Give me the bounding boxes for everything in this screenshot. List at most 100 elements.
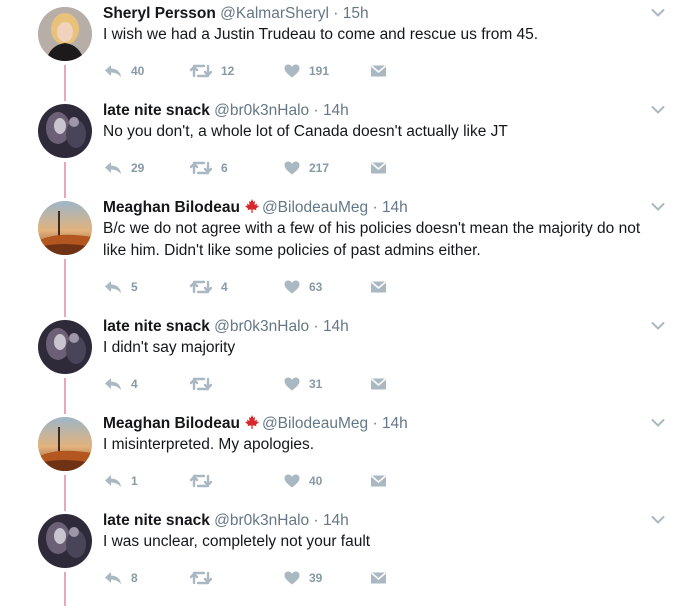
like-count: 40 [309, 474, 323, 488]
retweet-button[interactable] [190, 568, 221, 588]
maple-leaf-icon [240, 415, 262, 432]
like-button[interactable]: 31 [284, 374, 322, 394]
timestamp[interactable]: 14h [382, 199, 408, 216]
user-handle[interactable]: @KalmarSheryl [220, 5, 329, 22]
reply-button[interactable]: 5 [104, 277, 138, 297]
retweet-icon [190, 474, 212, 488]
heart-icon [284, 280, 300, 294]
reply-button[interactable]: 40 [104, 61, 144, 81]
direct-message-button[interactable] [370, 568, 387, 588]
direct-message-button[interactable] [370, 158, 387, 178]
maple-leaf-icon [240, 199, 262, 216]
tweet-text: I misinterpreted. My apologies. [103, 436, 315, 453]
like-button[interactable]: 63 [284, 277, 322, 297]
reply-count: 40 [131, 64, 145, 78]
reply-button[interactable]: 4 [104, 374, 138, 394]
heart-icon [284, 161, 300, 175]
retweet-button[interactable] [190, 471, 221, 491]
tweet-header: late nite snack @br0k3nHalo · 14h [103, 317, 349, 337]
separator-dot: · [368, 199, 382, 216]
direct-message-button[interactable] [370, 374, 387, 394]
retweet-count: 4 [221, 280, 228, 294]
user-handle[interactable]: @BilodeauMeg [262, 415, 368, 432]
separator-dot: · [328, 5, 343, 22]
avatar[interactable] [38, 514, 92, 568]
retweet-icon [190, 161, 212, 175]
tweet[interactable]: Meaghan Bilodeau @BilodeauMeg · 14h B/c we… [0, 194, 700, 294]
avatar[interactable] [38, 7, 92, 61]
like-button[interactable]: 40 [284, 471, 322, 491]
tweet[interactable]: late nite snack @br0k3nHalo · 14h I didn'… [0, 313, 700, 410]
reply-icon [104, 64, 122, 78]
retweet-icon [190, 377, 212, 391]
envelope-icon [370, 280, 387, 294]
like-count: 39 [309, 571, 323, 585]
reply-button[interactable]: 1 [104, 471, 138, 491]
display-name[interactable]: Sheryl Persson [103, 5, 216, 22]
avatar[interactable] [38, 320, 92, 374]
tweet[interactable]: late nite snack @br0k3nHalo · 14h I was u… [0, 507, 700, 604]
retweet-icon [190, 64, 212, 78]
reply-icon [104, 280, 122, 294]
tweet-header: late nite snack @br0k3nHalo · 14h [103, 511, 349, 531]
retweet-count: 12 [221, 64, 235, 78]
envelope-icon [370, 161, 387, 175]
retweet-button[interactable]: 4 [190, 277, 228, 297]
tweet-text: I was unclear, completely not your fault [103, 533, 371, 550]
reply-count: 8 [131, 571, 138, 585]
retweet-button[interactable]: 12 [190, 61, 234, 81]
retweet-count: 6 [221, 161, 228, 175]
avatar[interactable] [38, 201, 92, 255]
tweet-header: Sheryl Persson @KalmarSheryl · 15h [103, 4, 369, 24]
tweet[interactable]: Meaghan Bilodeau @BilodeauMeg · 14h I misi… [0, 410, 700, 507]
reply-count: 29 [131, 161, 145, 175]
direct-message-button[interactable] [370, 61, 387, 81]
reply-icon [104, 161, 122, 175]
tweet-text: I wish we had a Justin Trudeau to come a… [103, 26, 539, 43]
like-count: 63 [309, 280, 323, 294]
user-handle[interactable]: @br0k3nHalo [214, 512, 309, 529]
timestamp[interactable]: 14h [323, 318, 349, 335]
like-button[interactable]: 217 [284, 158, 329, 178]
reply-button[interactable]: 8 [104, 568, 138, 588]
user-handle[interactable]: @br0k3nHalo [214, 102, 309, 119]
direct-message-button[interactable] [370, 277, 387, 297]
reply-button[interactable]: 29 [104, 158, 144, 178]
avatar[interactable] [38, 104, 92, 158]
reply-icon [104, 474, 122, 488]
timestamp[interactable]: 14h [323, 102, 349, 119]
user-handle[interactable]: @br0k3nHalo [214, 318, 309, 335]
retweet-button[interactable] [190, 374, 221, 394]
like-count: 191 [309, 64, 330, 78]
display-name[interactable]: late nite snack [103, 318, 210, 335]
display-name[interactable]: late nite snack [103, 102, 210, 119]
display-name[interactable]: Meaghan Bilodeau [103, 415, 240, 432]
timestamp[interactable]: 14h [323, 512, 349, 529]
display-name[interactable]: late nite snack [103, 512, 210, 529]
like-count: 31 [309, 377, 323, 391]
tweet-header: Meaghan Bilodeau @BilodeauMeg · 14h [103, 414, 408, 434]
like-button[interactable]: 39 [284, 568, 322, 588]
direct-message-button[interactable] [370, 471, 387, 491]
heart-icon [284, 64, 300, 78]
tweet-text: B/c we do not agree with a few of his po… [103, 220, 641, 259]
tweet[interactable]: Sheryl Persson @KalmarSheryl · 15h I wish… [0, 0, 700, 97]
timestamp[interactable]: 15h [343, 5, 369, 22]
retweet-button[interactable]: 6 [190, 158, 228, 178]
envelope-icon [370, 474, 387, 488]
like-button[interactable]: 191 [284, 61, 329, 81]
like-count: 217 [309, 161, 330, 175]
retweet-icon [190, 280, 212, 294]
envelope-icon [370, 571, 387, 585]
reply-count: 1 [131, 474, 138, 488]
separator-dot: · [368, 415, 382, 432]
tweet-header: Meaghan Bilodeau @BilodeauMeg · 14h [103, 198, 408, 218]
avatar[interactable] [38, 417, 92, 471]
tweet-actions: 1 40 [104, 471, 404, 491]
tweet[interactable]: late nite snack @br0k3nHalo · 14h No you … [0, 97, 700, 194]
display-name[interactable]: Meaghan Bilodeau [103, 199, 240, 216]
tweet-text: No you don't, a whole lot of Canada does… [103, 123, 508, 140]
tweet-actions: 8 39 [104, 568, 404, 588]
timestamp[interactable]: 14h [382, 415, 408, 432]
user-handle[interactable]: @BilodeauMeg [262, 199, 368, 216]
